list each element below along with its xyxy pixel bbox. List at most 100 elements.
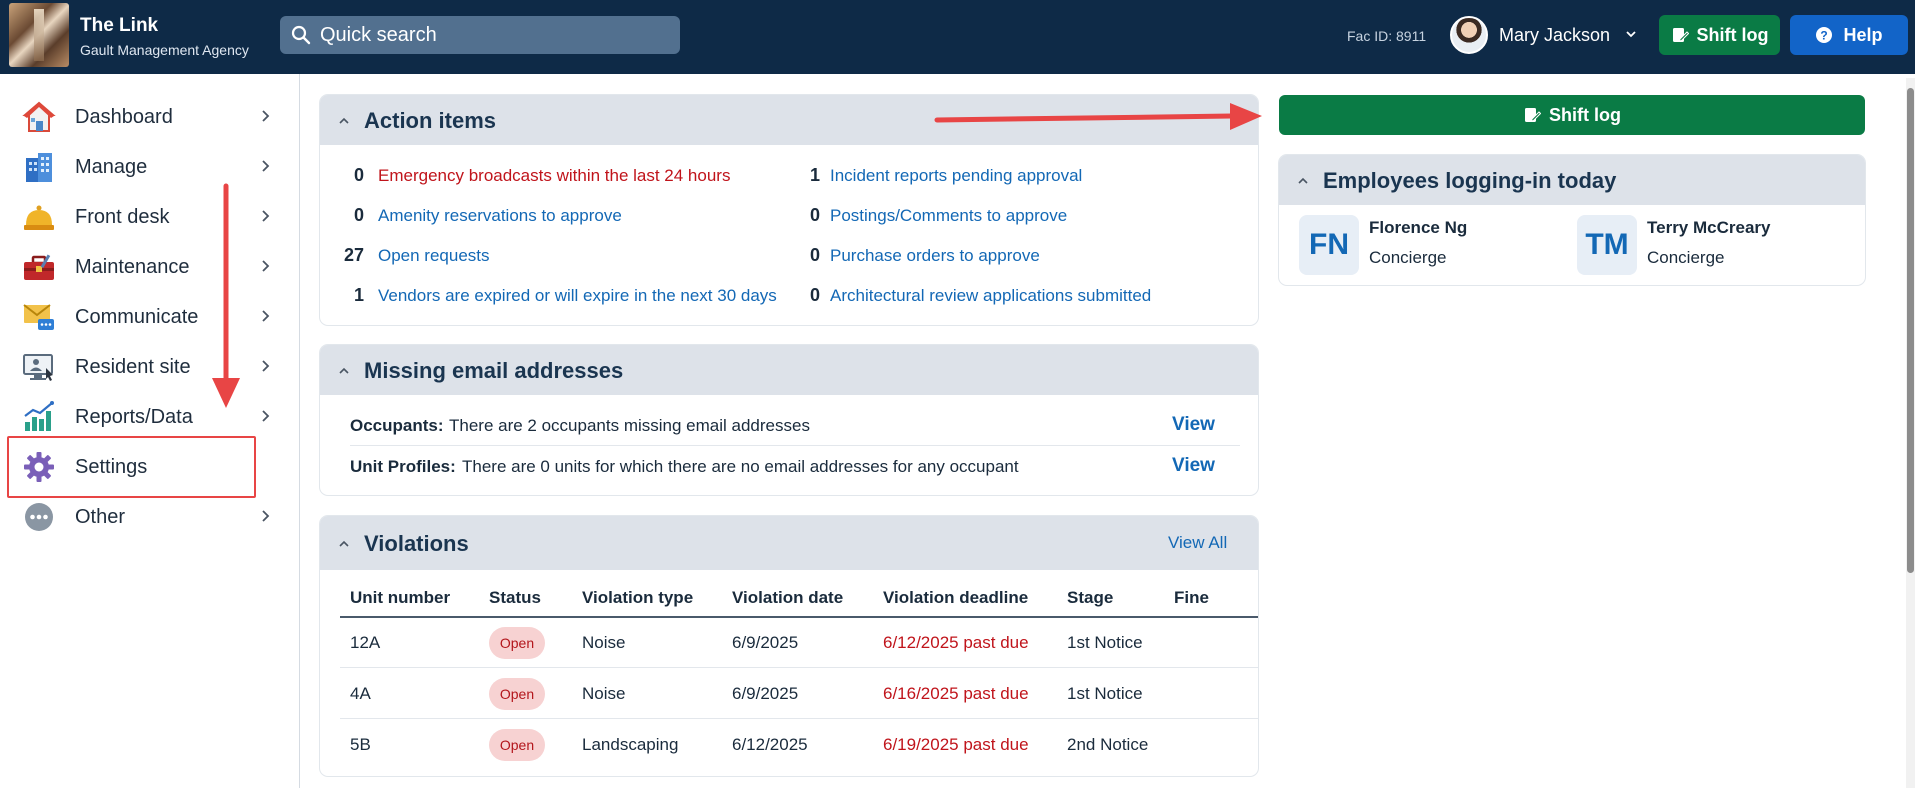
action-link[interactable]: Postings/Comments to approve <box>830 206 1067 226</box>
action-link[interactable]: Emergency broadcasts within the last 24 … <box>378 166 730 186</box>
help-button[interactable]: ? Help <box>1790 15 1908 55</box>
sidebar-item-reports-data[interactable]: Reports/Data <box>0 392 290 442</box>
column-header[interactable]: Fine <box>1174 588 1209 608</box>
column-header[interactable]: Violation deadline <box>883 588 1028 608</box>
column-header[interactable]: Unit number <box>350 588 450 608</box>
action-items-title: Action items <box>364 108 497 133</box>
employees-title: Employees logging-in today <box>1323 168 1617 193</box>
column-header[interactable]: Violation type <box>582 588 693 608</box>
sidebar-item-communicate[interactable]: Communicate <box>0 292 290 342</box>
column-header[interactable]: Status <box>489 588 541 608</box>
quick-search-input[interactable]: Quick search <box>280 16 680 54</box>
employees-card: Employees logging-in today FN Florence N… <box>1279 155 1865 285</box>
shift-log-button-main[interactable]: Shift log <box>1279 95 1865 135</box>
missing-email-header[interactable]: Missing email addresses <box>320 345 1258 395</box>
action-link[interactable]: Purchase orders to approve <box>830 246 1040 266</box>
action-link[interactable]: Incident reports pending approval <box>830 166 1082 186</box>
cell-deadline: 6/19/2025 past due <box>883 735 1029 754</box>
cell-unit[interactable]: 5B <box>350 735 371 755</box>
action-link[interactable]: Amenity reservations to approve <box>378 206 622 226</box>
sidebar-item-front-desk[interactable]: Front desk <box>0 192 290 242</box>
action-items-card: Action items 0 Emergency broadcasts with… <box>320 95 1258 325</box>
sidebar-item-label: Maintenance <box>75 256 190 278</box>
employee-avatar[interactable]: FN <box>1299 215 1359 275</box>
action-count: 1 <box>353 285 364 305</box>
user-name-menu[interactable]: Mary Jackson <box>1499 25 1610 46</box>
sidebar-item-maintenance[interactable]: Maintenance <box>0 242 290 292</box>
top-header-bar: The Link Gault Management Agency Quick s… <box>0 0 1915 74</box>
chevron-right-icon <box>262 510 270 522</box>
cell-unit[interactable]: 4A <box>350 684 371 704</box>
employee-name[interactable]: Florence Ng <box>1369 218 1467 238</box>
occupants-text: There are 2 occupants missing email addr… <box>449 416 810 435</box>
view-occupants-link[interactable]: View <box>1172 414 1215 436</box>
sidebar-item-label: Communicate <box>75 306 199 328</box>
chevron-right-icon <box>262 310 270 322</box>
sidebar-item-label: Manage <box>75 156 148 178</box>
column-header[interactable]: Stage <box>1067 588 1113 608</box>
user-avatar[interactable] <box>1450 16 1488 54</box>
page-scrollbar-thumb[interactable] <box>1907 88 1914 573</box>
employee-role: Concierge <box>1369 248 1447 267</box>
sidebar-item-label: Dashboard <box>75 106 173 128</box>
bar-chart-icon <box>24 401 54 431</box>
sidebar-item-dashboard[interactable]: Dashboard <box>0 92 290 142</box>
sidebar-nav: Dashboard Manage Front desk Maintenance … <box>0 74 300 788</box>
cell-deadline: 6/16/2025 past due <box>883 684 1029 703</box>
employee-avatar[interactable]: TM <box>1577 215 1637 275</box>
shift-log-label: Shift log <box>1549 104 1621 125</box>
facility-id: Fac ID: 8911 <box>1347 28 1427 44</box>
shift-log-label: Shift log <box>1696 24 1769 45</box>
column-header[interactable]: Violation date <box>732 588 843 608</box>
cell-unit[interactable]: 12A <box>350 633 380 653</box>
row-divider <box>340 718 1258 719</box>
table-header-divider <box>340 616 1258 618</box>
action-items-header[interactable]: Action items <box>320 95 1258 145</box>
shift-log-button-header[interactable]: Shift log <box>1659 15 1780 55</box>
occupants-label: Occupants: <box>350 416 444 435</box>
chevron-right-icon <box>262 160 270 172</box>
violations-card: Violations View All Unit number Status V… <box>320 516 1258 776</box>
view-unit-profiles-link[interactable]: View <box>1172 455 1215 477</box>
cell-stage: 1st Notice <box>1067 633 1143 652</box>
violations-header[interactable]: Violations View All <box>320 516 1258 570</box>
sidebar-item-label: Reports/Data <box>75 406 193 428</box>
action-link[interactable]: Vendors are expired or will expire in th… <box>378 286 777 306</box>
sidebar-item-other[interactable]: Other <box>0 492 290 542</box>
violations-view-all-link[interactable]: View All <box>1168 533 1227 553</box>
action-link[interactable]: Architectural review applications submit… <box>830 286 1151 306</box>
unit-profiles-text: There are 0 units for which there are no… <box>462 457 1019 476</box>
house-icon <box>22 101 56 132</box>
missing-email-card: Missing email addresses Occupants: There… <box>320 345 1258 495</box>
search-placeholder: Quick search <box>320 24 437 46</box>
sidebar-item-label: Front desk <box>75 206 170 228</box>
service-bell-icon <box>24 205 54 230</box>
notepad-pencil-icon <box>1525 108 1541 122</box>
app-title: The Link <box>80 15 159 36</box>
sidebar-item-resident-site[interactable]: Resident site <box>0 342 290 392</box>
missing-email-title: Missing email addresses <box>364 358 624 383</box>
settings-highlight-box <box>7 436 256 498</box>
cell-deadline: 6/12/2025 past due <box>883 633 1029 652</box>
action-count: 0 <box>353 165 364 185</box>
sidebar-item-manage[interactable]: Manage <box>0 142 290 192</box>
chevron-up-icon[interactable] <box>338 365 350 377</box>
chevron-up-icon[interactable] <box>1297 175 1309 187</box>
chevron-right-icon <box>262 210 270 222</box>
property-logo-image[interactable] <box>9 3 69 67</box>
row-divider <box>350 445 1240 446</box>
sidebar-item-label: Resident site <box>75 356 191 378</box>
action-link[interactable]: Open requests <box>378 246 490 266</box>
status-badge: Open <box>489 627 545 659</box>
employee-role: Concierge <box>1647 248 1725 267</box>
chevron-down-icon[interactable] <box>1624 27 1638 41</box>
employees-header[interactable]: Employees logging-in today <box>1279 155 1865 205</box>
unit-profiles-label: Unit Profiles: <box>350 457 456 476</box>
chevron-up-icon[interactable] <box>338 538 350 550</box>
action-count: 0 <box>353 205 364 225</box>
envelope-chat-icon <box>23 304 54 330</box>
status-badge: Open <box>489 729 545 761</box>
employee-name[interactable]: Terry McCreary <box>1647 218 1770 238</box>
chevron-up-icon[interactable] <box>338 115 350 127</box>
search-icon <box>291 25 311 45</box>
